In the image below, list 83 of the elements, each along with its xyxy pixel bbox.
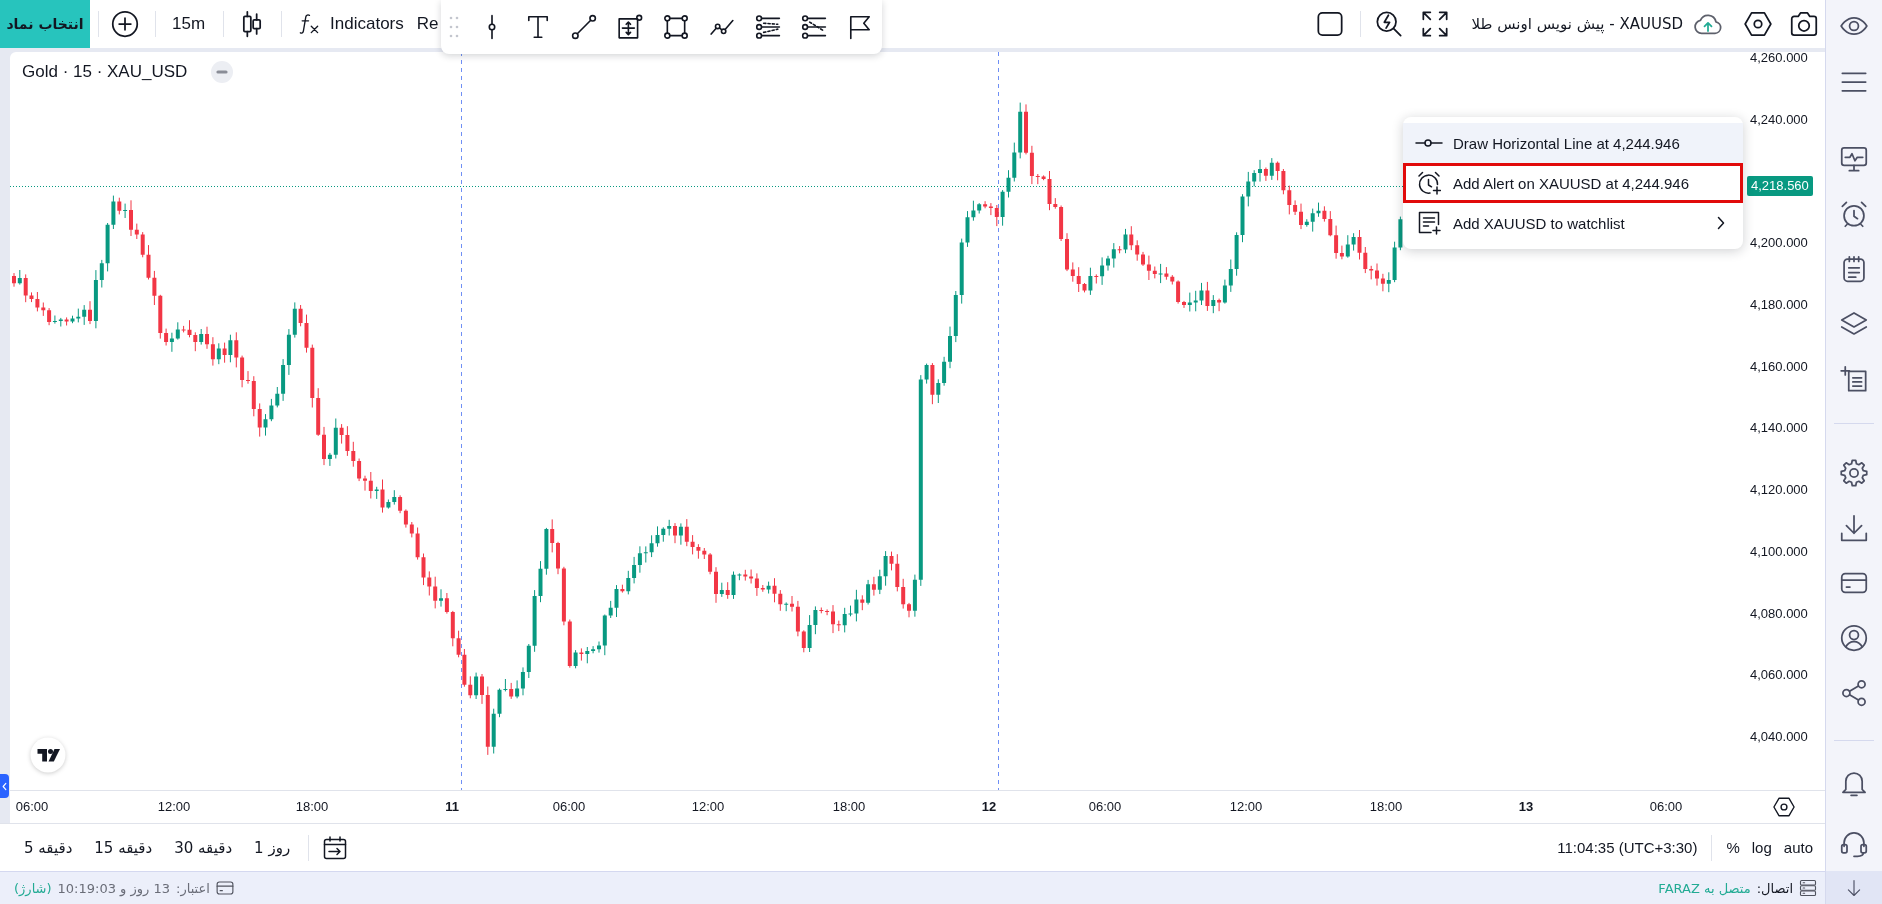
flag-icon[interactable] [847, 14, 873, 40]
time-axis-label: 18:00 [832, 799, 866, 814]
add-circle-icon[interactable] [111, 10, 139, 38]
scale-option[interactable]: log [1745, 835, 1778, 860]
time-axis-label: 06:00 [552, 799, 586, 814]
share-icon[interactable] [1840, 679, 1868, 707]
headset-icon[interactable] [1840, 830, 1868, 858]
fibonacci-icon[interactable] [755, 14, 781, 40]
text-icon[interactable] [525, 14, 551, 40]
chevron-right-icon [1717, 216, 1725, 230]
bell-icon[interactable] [1840, 769, 1868, 797]
price-axis-label: 4,200.000 [1750, 236, 1808, 250]
time-axis-label: 13 [1518, 799, 1534, 814]
notepad-icon[interactable] [1840, 255, 1868, 283]
credit-label: اعتبار: [176, 880, 210, 896]
rectangle-icon[interactable] [663, 14, 689, 40]
price-axis-label: 4,100.000 [1750, 545, 1808, 559]
price-axis-label: 4,120.000 [1750, 483, 1808, 497]
time-axis-label: 12:00 [691, 799, 725, 814]
current-price-label: 4,218.560 [1747, 176, 1813, 196]
layout-title[interactable]: XAUUSD - پیش نویس اونس طلا [1471, 15, 1683, 33]
drag-handle-icon[interactable] [449, 15, 459, 39]
interval-button[interactable]: 30 دقیقه [170, 834, 237, 861]
interval-button[interactable]: 15m [167, 6, 211, 42]
hexagon-icon[interactable] [1744, 10, 1772, 38]
alarm-clock-icon[interactable] [1840, 200, 1868, 228]
horizontal-line-icon [1415, 137, 1443, 149]
price-axis-label: 4,240.000 [1750, 113, 1808, 127]
list-plus-icon [1417, 211, 1441, 235]
arrow-down-icon [1845, 878, 1863, 897]
user-icon[interactable] [1840, 624, 1868, 652]
interval-button[interactable]: 5 دقیقه [20, 834, 77, 861]
crosshair-box-icon[interactable] [617, 14, 643, 40]
card-icon [215, 879, 234, 897]
connection-status: متصل به FARAZ [1658, 880, 1751, 896]
minus-icon[interactable] [211, 61, 234, 83]
interval-button[interactable]: 15 دقیقه [90, 834, 157, 861]
fx-icon [299, 13, 320, 35]
price-axis-label: 4,260.000 [1750, 51, 1808, 65]
price-axis-label: 4,180.000 [1750, 298, 1808, 312]
symbol-legend: Gold · 15 · XAU_USD [22, 62, 188, 82]
monitor-pulse-icon[interactable] [1840, 145, 1868, 173]
menu-item[interactable]: Add Alert on XAUUSD at 4,244.946 [1403, 163, 1743, 203]
replay-button[interactable]: Re [416, 6, 439, 42]
square-icon[interactable] [1315, 10, 1344, 38]
time-axis-label: 11 [445, 799, 459, 814]
time-axis-label: 12 [981, 799, 997, 814]
time-axis-label: 06:00 [1088, 799, 1122, 814]
camera-icon[interactable] [1790, 10, 1818, 38]
time-axis-label: 18:00 [1369, 799, 1403, 814]
time-axis-label: 06:00 [1649, 799, 1683, 814]
fibonacci-lines-icon[interactable] [801, 14, 827, 40]
price-axis-label: 4,080.000 [1750, 607, 1808, 621]
download-icon[interactable] [1840, 514, 1868, 542]
connection-label: اتصال: [1756, 880, 1793, 896]
credit-value: 13 روز و 10:19:03 [57, 880, 170, 896]
collapse-handle[interactable] [0, 774, 9, 798]
price-axis-label: 4,160.000 [1750, 360, 1808, 374]
layers-icon[interactable] [1840, 310, 1868, 338]
menu-item[interactable]: Add XAUUSD to watchlist [1403, 203, 1743, 243]
price-axis-label: 4,040.000 [1750, 730, 1808, 744]
settings-icon[interactable] [1840, 459, 1868, 487]
list-add-icon[interactable] [1840, 365, 1868, 393]
hexagon-settings-icon[interactable] [1772, 796, 1795, 818]
lightning-search-icon[interactable] [1374, 10, 1403, 38]
price-axis-label: 4,140.000 [1750, 421, 1808, 435]
interval-button[interactable]: 1 روز [250, 834, 295, 861]
scale-option[interactable]: % [1720, 835, 1746, 860]
time-axis-label: 18:00 [295, 799, 329, 814]
trend-line-icon[interactable] [571, 14, 597, 40]
clock[interactable]: 11:04:35 (UTC+3:30) [1551, 835, 1704, 860]
symbol-search-button[interactable]: انتخاب نماد [0, 0, 90, 48]
indicators-button[interactable]: Indicators [294, 6, 409, 42]
time-axis-label: 12:00 [157, 799, 191, 814]
menu-item[interactable]: Draw Horizontal Line at 4,244.946 [1403, 123, 1743, 163]
chevron-left-icon [2, 781, 7, 791]
fullscreen-icon[interactable] [1420, 10, 1449, 38]
scale-option[interactable]: auto [1777, 835, 1819, 860]
alarm-clock-plus-icon [1417, 171, 1441, 195]
price-axis-label: 4,060.000 [1750, 668, 1808, 682]
time-axis-label: 12:00 [1229, 799, 1263, 814]
database-icon [1799, 879, 1817, 897]
time-axis-label: 06:00 [15, 799, 49, 814]
